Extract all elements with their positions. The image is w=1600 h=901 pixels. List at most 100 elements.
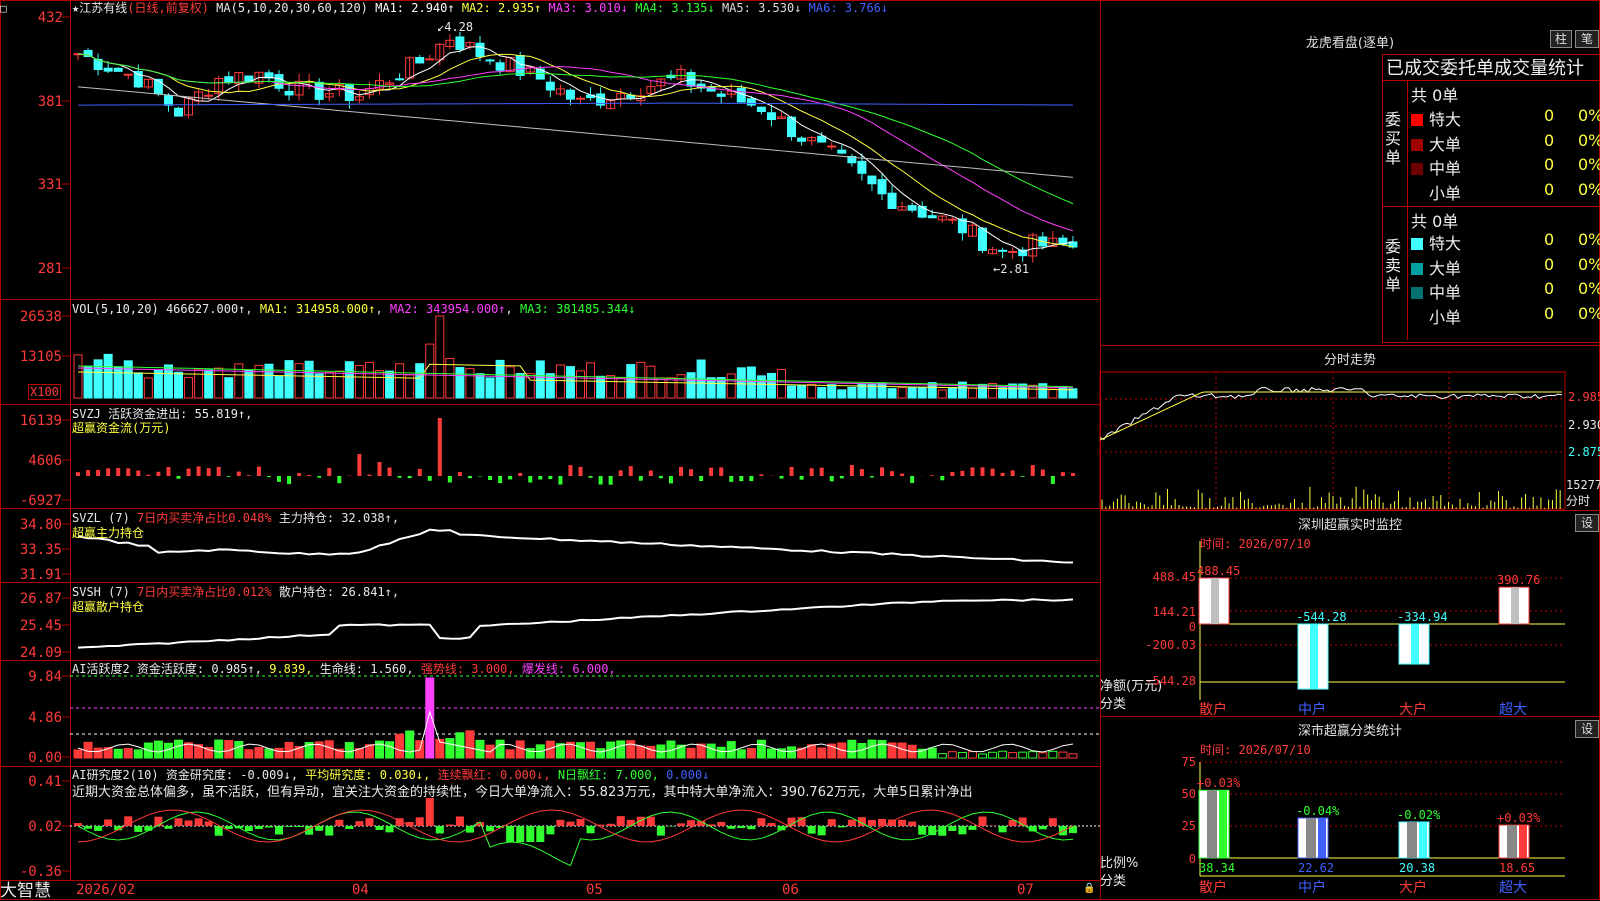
- monitor-axis-label: 488.45: [1140, 570, 1196, 584]
- high-marker: ↙4.28: [437, 20, 473, 34]
- classify-settings-button[interactable]: 设: [1575, 720, 1599, 738]
- monitor-category-label: 超大: [1499, 702, 1527, 718]
- intraday-unit: 分时: [1566, 494, 1590, 508]
- classify-axis-label: 25: [1150, 819, 1196, 833]
- svsh-text2: 散户持仓: 26.841↑,: [279, 585, 399, 599]
- svzj-header: SVZJ 活跃资金进出: 55.819↑,: [72, 407, 252, 421]
- color-swatch: [1411, 139, 1423, 151]
- order-row: 特大00%: [1411, 230, 1600, 254]
- ma-value-1: MA1: 2.940↑: [375, 1, 454, 15]
- monitor-bar: [1399, 624, 1429, 664]
- axis-label: 34.80: [2, 517, 62, 533]
- monitor-settings-button[interactable]: 设: [1575, 514, 1599, 532]
- dragon-title: 龙虎看盘(逐单): [1200, 32, 1500, 51]
- color-swatch: [1411, 114, 1423, 126]
- color-swatch: [1411, 238, 1423, 250]
- monitor-category-label: 散户: [1199, 702, 1227, 718]
- axis-label: 13105: [2, 349, 62, 365]
- sell-total: 共 0单: [1411, 208, 1458, 232]
- vol-ma3: MA3: 381485.344↓: [520, 302, 636, 316]
- ma-label: MA(5,10,20,30,60,120): [216, 1, 368, 15]
- price-axis-label: 432: [35, 10, 63, 26]
- order-row-name: 大单: [1429, 135, 1461, 154]
- monitor-value-label: 390.76: [1497, 573, 1540, 587]
- vol-unit[interactable]: X100: [28, 384, 61, 400]
- monitor-axis-label: 144.21: [1140, 605, 1196, 619]
- order-row: 小单00%: [1411, 180, 1600, 204]
- axis-label: 4606: [2, 453, 62, 469]
- order-row-name: 特大: [1429, 110, 1461, 129]
- classify-value-label: 20.38: [1399, 861, 1435, 875]
- svsh-header: SVSH (7) 7日内买卖净占比0.012% 散户持仓: 26.841↑,: [72, 585, 399, 599]
- classify-axis-label: 50: [1150, 787, 1196, 801]
- monitor-time: 时间: 2026/07/10: [1200, 537, 1311, 551]
- monitor-cat-label: 分类: [1100, 698, 1126, 712]
- ai1-t3: 生命线: 1.560,: [320, 662, 414, 676]
- color-swatch: [1411, 263, 1423, 275]
- ai2-header: AI研究度2(10) 资金研究度: -0.009↓, 平均研究度: 0.030↓…: [72, 768, 709, 782]
- price-axis-label: 331: [35, 177, 63, 193]
- order-stats-header: 已成交委托单成交量统计: [1386, 54, 1584, 80]
- ai1-t1: 资金活跃度: 0.985↑,: [137, 662, 262, 676]
- ma-value-3: MA3: 3.010↓: [541, 1, 628, 15]
- classify-bar: [1399, 822, 1429, 858]
- divider: [1407, 80, 1408, 340]
- order-row-value: 0: [1544, 230, 1554, 249]
- classify-value-label: 38.34: [1199, 861, 1235, 875]
- axis-label: 26.87: [2, 591, 62, 607]
- order-row-value: 0: [1544, 106, 1554, 125]
- monitor-axis-label: 0: [1140, 620, 1196, 634]
- date-label: 05: [586, 882, 603, 898]
- classify-category-label: 大户: [1399, 880, 1427, 896]
- ma-values: MA1: 2.940↑ MA2: 2.935↑ MA3: 3.010↓ MA4:…: [375, 1, 888, 15]
- ma-value-5: MA5: 3.530↓: [715, 1, 802, 15]
- date-label: 07: [1017, 882, 1034, 898]
- axis-label: -6927: [2, 493, 62, 509]
- svzl-header: SVZL (7) 7日内买卖净占比0.048% 主力持仓: 32.038↑,: [72, 511, 399, 525]
- svzl-text1: 7日内买卖净占比0.048%: [137, 511, 272, 525]
- tick-mode-button[interactable]: 笔: [1575, 30, 1599, 48]
- classify-bar: [1499, 825, 1529, 858]
- classify-bar: [1298, 818, 1328, 858]
- order-row-value: 0: [1544, 131, 1554, 150]
- classify-category-label: 中户: [1298, 880, 1326, 896]
- order-row-name: 特大: [1429, 234, 1461, 253]
- vol-label: VOL(5,10,20): [72, 302, 159, 316]
- svzj-text: 活跃资金进出: 55.819↑,: [108, 407, 252, 421]
- ai1-t2: 9.839,: [269, 662, 312, 676]
- date-label: 2026/02: [76, 882, 135, 898]
- date-label: 06: [782, 882, 799, 898]
- ma-line: [78, 87, 1073, 178]
- order-row-percent: 0%: [1578, 255, 1600, 274]
- order-row-name: 中单: [1429, 159, 1461, 178]
- axis-label: 31.91: [2, 567, 62, 583]
- axis-label: 0.41: [2, 774, 62, 790]
- high-marker-value: 4.28: [444, 20, 473, 34]
- color-swatch: [1411, 188, 1423, 200]
- kline-chart-area[interactable]: [0, 0, 1600, 900]
- ai1-t5: 爆发线: 6.000,: [522, 662, 616, 676]
- axis-label: 33.35: [2, 542, 62, 558]
- lock-icon[interactable]: 🔒: [1083, 882, 1095, 896]
- bar-mode-button[interactable]: 柱: [1550, 30, 1572, 48]
- color-swatch: [1411, 163, 1423, 175]
- ai2-label: AI研究度2(10): [72, 768, 159, 782]
- axis-label: 9.84: [2, 669, 62, 685]
- vol-ma2: MA2: 343954.000↑: [390, 302, 506, 316]
- classify-time: 时间: 2026/07/10: [1200, 743, 1311, 757]
- date-label: 04: [352, 882, 369, 898]
- order-row: 小单00%: [1411, 304, 1600, 328]
- intraday-axis-label: 2.875: [1568, 445, 1600, 459]
- square-icon[interactable]: □: [0, 2, 7, 16]
- classify-value-label: 22.62: [1298, 861, 1334, 875]
- order-row-value: 0: [1544, 255, 1554, 274]
- classify-bar: [1199, 790, 1229, 858]
- monitor-axis-label: -544.28: [1140, 674, 1196, 688]
- svsh-label: SVSH (7): [72, 585, 130, 599]
- vol-value: 466627.000↑: [166, 302, 245, 316]
- chart-mode[interactable]: (日线,前复权): [127, 1, 209, 15]
- order-row-percent: 0%: [1578, 155, 1600, 174]
- order-row: 大单00%: [1411, 255, 1600, 279]
- intraday-axis-label: 2.930: [1568, 418, 1600, 432]
- monitor-category-label: 中户: [1298, 702, 1326, 718]
